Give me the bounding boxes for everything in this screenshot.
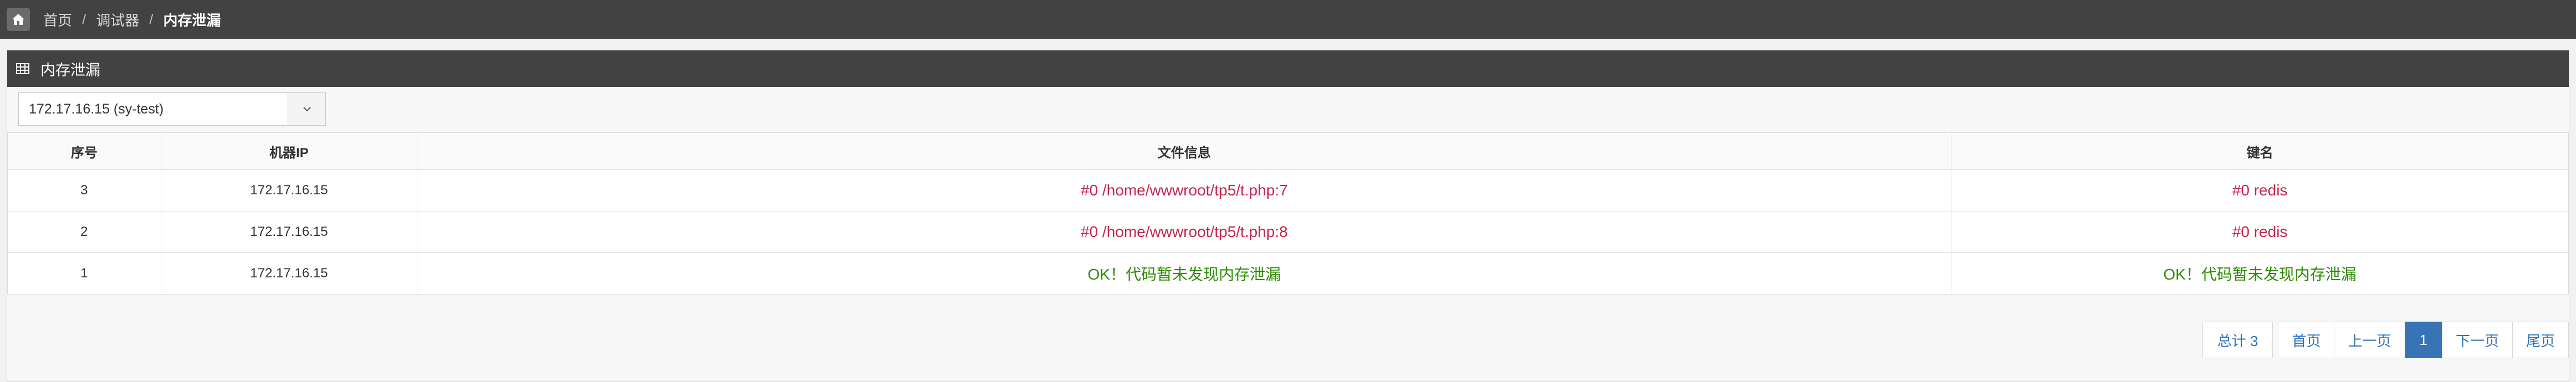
pagination-next[interactable]: 下一页 (2441, 322, 2513, 358)
row-ip: 172.17.16.15 (160, 252, 418, 295)
row-ip: 172.17.16.15 (160, 169, 418, 211)
row-file-info: #0 /home/wwwroot/tp5/t.php:7 (417, 169, 1952, 211)
row-key-name: OK！代码暂未发现内存泄漏 (1951, 252, 2569, 295)
header-ip: 机器IP (160, 132, 418, 170)
chevron-down-icon (303, 107, 311, 112)
home-button[interactable] (7, 8, 30, 31)
memory-leak-panel: 内存泄漏 172.17.16.15 (sy-test) 序号 机器IP 文件信息… (7, 50, 2569, 382)
row-ip: 172.17.16.15 (160, 211, 418, 253)
pagination: 总计 3 首页 上一页 1 下一页 尾页 (2202, 322, 2569, 358)
breadcrumb-home[interactable]: 首页 (43, 9, 72, 30)
pagination-last[interactable]: 尾页 (2512, 322, 2569, 358)
pagination-prev[interactable]: 上一页 (2334, 322, 2405, 358)
table-row: 1 172.17.16.15 OK！代码暂未发现内存泄漏 OK！代码暂未发现内存… (7, 252, 2569, 295)
pagination-first[interactable]: 首页 (2278, 322, 2335, 358)
home-icon (12, 14, 24, 25)
row-index: 3 (7, 169, 161, 211)
table-row: 3 172.17.16.15 #0 /home/wwwroot/tp5/t.ph… (7, 169, 2569, 211)
row-key-name: #0 redis (1951, 211, 2569, 253)
row-file-info: OK！代码暂未发现内存泄漏 (417, 252, 1952, 295)
breadcrumb-current: 内存泄漏 (163, 12, 221, 29)
panel-header: 内存泄漏 (7, 50, 2569, 87)
header-key-name: 键名 (1951, 132, 2569, 170)
row-key-name: #0 redis (1951, 169, 2569, 211)
header-index: 序号 (7, 132, 161, 170)
pagination-current-page[interactable]: 1 (2404, 322, 2442, 358)
panel-title: 内存泄漏 (40, 61, 100, 79)
breadcrumb-separator: / (82, 11, 86, 28)
table-header-row: 序号 机器IP 文件信息 键名 (7, 132, 2569, 170)
table-row: 2 172.17.16.15 #0 /home/wwwroot/tp5/t.ph… (7, 211, 2569, 253)
server-select-value: 172.17.16.15 (sy-test) (29, 101, 164, 117)
top-breadcrumb-bar: 首页 / 调试器 / 内存泄漏 (0, 0, 2576, 39)
breadcrumb-debugger[interactable]: 调试器 (96, 9, 139, 30)
row-file-info: #0 /home/wwwroot/tp5/t.php:8 (417, 211, 1952, 253)
leak-table: 序号 机器IP 文件信息 键名 3 172.17.16.15 #0 /home/… (7, 132, 2569, 295)
select-toggle[interactable] (288, 93, 325, 125)
row-index: 1 (7, 252, 161, 295)
header-file-info: 文件信息 (417, 132, 1952, 170)
server-select[interactable]: 172.17.16.15 (sy-test) (18, 92, 326, 126)
pagination-total: 总计 3 (2202, 322, 2273, 358)
table-grid-icon (16, 63, 29, 74)
breadcrumb-separator: / (149, 11, 154, 28)
row-index: 2 (7, 211, 161, 253)
